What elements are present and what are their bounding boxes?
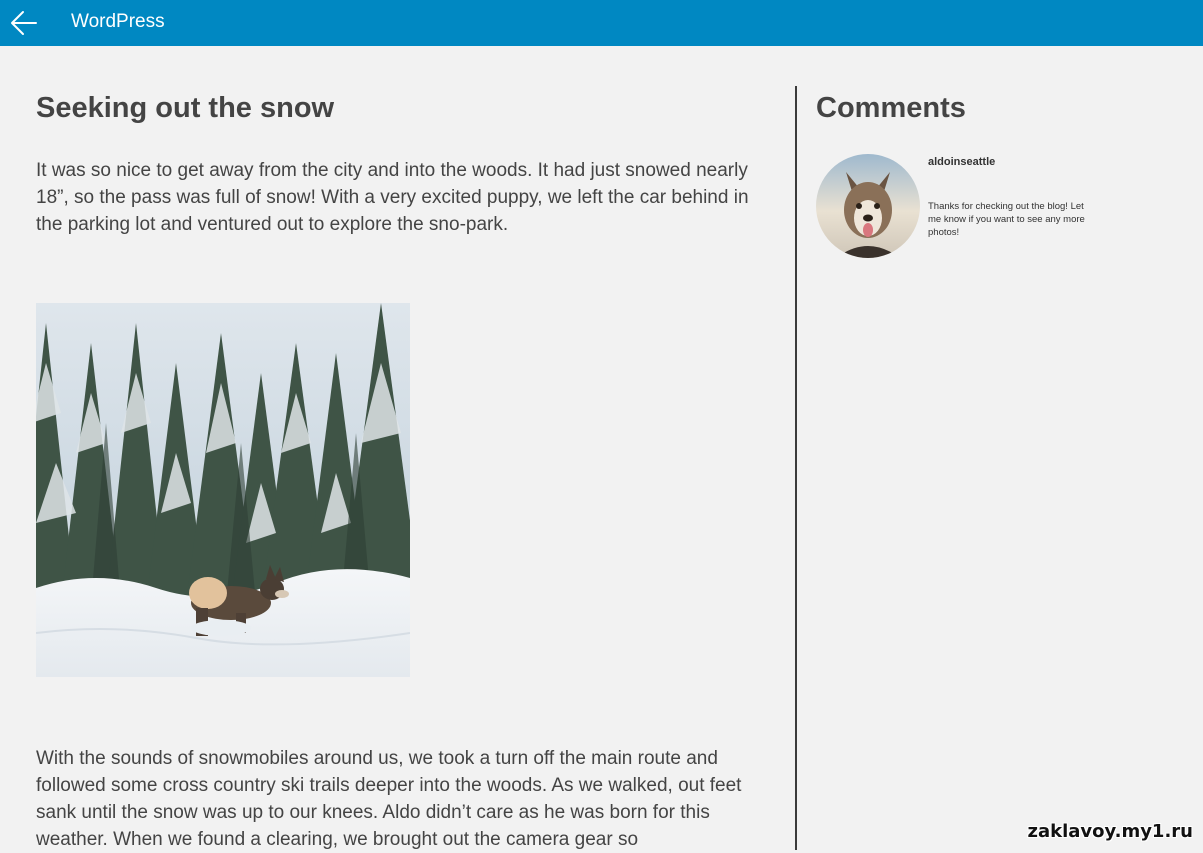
post-paragraph: With the sounds of snowmobiles around us… — [36, 748, 742, 850]
app-title: WordPress — [71, 11, 165, 32]
title-bar: WordPress — [0, 0, 1203, 46]
column-divider — [795, 86, 797, 850]
post-paragraph: It was so nice to get away from the city… — [36, 160, 749, 235]
comments-panel: Comments aldoinseattle Thanks for checki… — [816, 88, 1176, 258]
arrow-left-icon[interactable] — [6, 6, 42, 40]
comment-author[interactable]: aldoinseattle — [928, 156, 995, 168]
comment-text: Thanks for checking out the blog! Let me… — [928, 201, 1085, 238]
post-content: Seeking out the snow It was so nice to g… — [36, 88, 766, 850]
comments-title: Comments — [816, 92, 966, 124]
watermark: zaklavoy.my1.ru — [1027, 821, 1193, 842]
post-title: Seeking out the snow — [36, 92, 335, 124]
comment-item: aldoinseattle Thanks for checking out th… — [816, 154, 1176, 260]
post-photo — [36, 303, 410, 677]
avatar — [816, 154, 920, 258]
